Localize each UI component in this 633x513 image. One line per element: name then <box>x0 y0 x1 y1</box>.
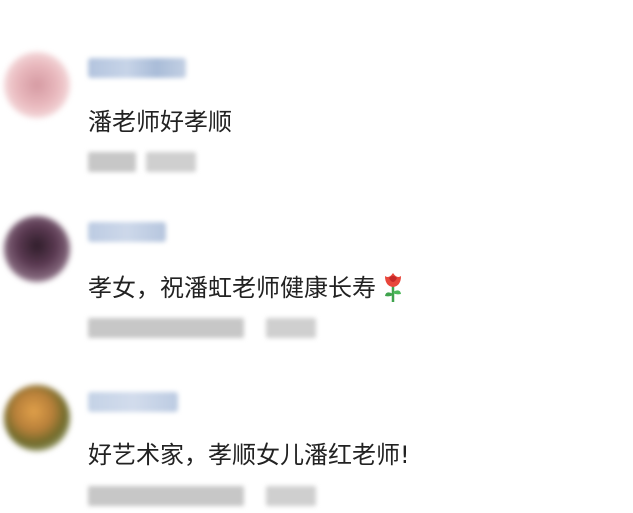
timestamp-blurred <box>88 486 244 506</box>
comment-item: 好艺术家，孝顺女儿潘红老师! <box>0 0 633 506</box>
reply-button-blurred[interactable] <box>266 318 316 338</box>
username-blurred[interactable] <box>88 392 178 412</box>
avatar[interactable] <box>4 385 70 451</box>
comment-text-label: 孝女，祝潘虹老师健康长寿 <box>88 274 376 302</box>
comment-text: 孝女，祝潘虹老师健康长寿 <box>88 270 404 304</box>
username-blurred[interactable] <box>88 222 166 242</box>
avatar[interactable] <box>4 216 70 282</box>
rose-icon <box>382 270 404 304</box>
comment-text: 好艺术家，孝顺女儿潘红老师! <box>88 441 410 469</box>
timestamp-blurred <box>88 318 244 338</box>
reply-button-blurred[interactable] <box>266 486 316 506</box>
